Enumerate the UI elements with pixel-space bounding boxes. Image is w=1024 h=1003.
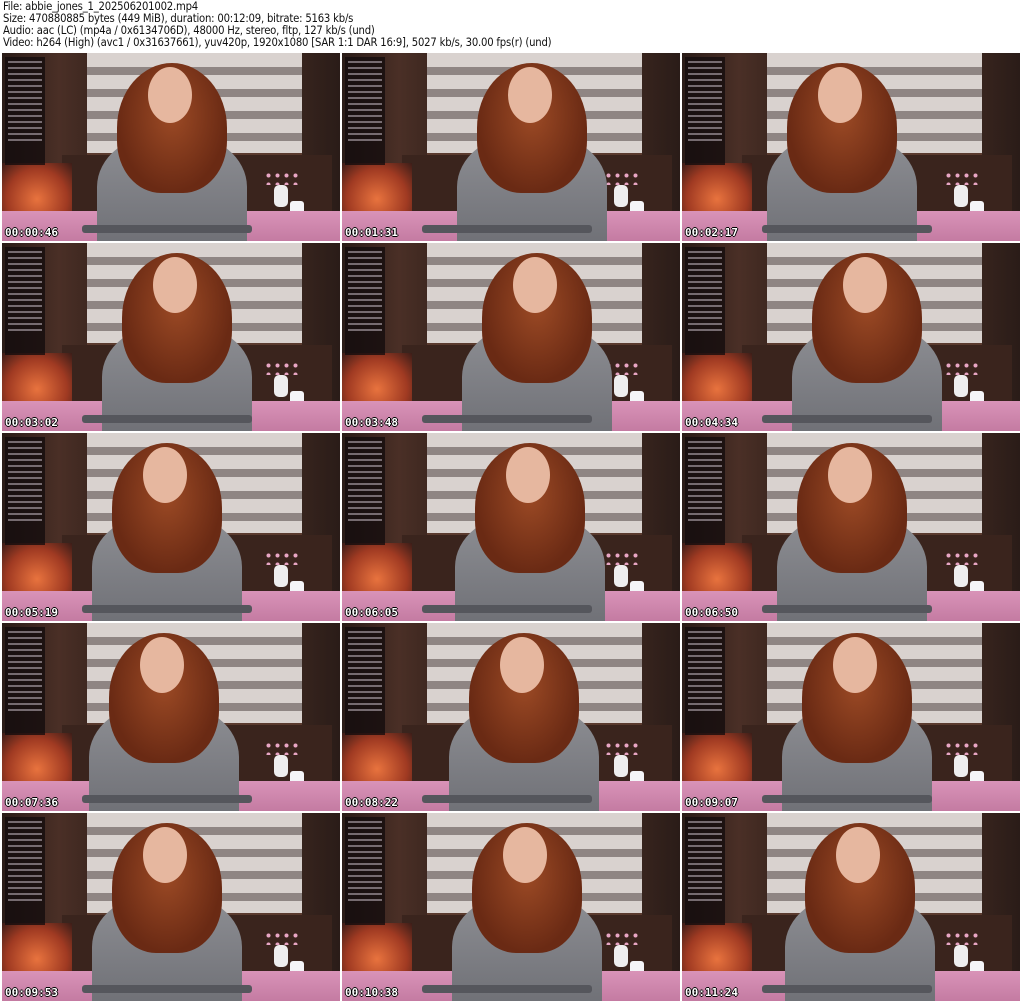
face: [143, 827, 187, 883]
keyboard: [82, 225, 252, 233]
keyboard: [422, 985, 592, 993]
face: [843, 257, 887, 313]
keyboard: [82, 795, 252, 803]
frame-timestamp: 00:07:36: [5, 796, 58, 809]
frame-timestamp: 00:04:34: [685, 416, 738, 429]
video-frame-thumbnail: 00:11:24: [682, 813, 1020, 1001]
video-frame-thumbnail: 00:03:48: [342, 243, 680, 431]
video-frame-thumbnail: 00:06:05: [342, 433, 680, 621]
video-frame-thumbnail: 00:07:36: [2, 623, 340, 811]
keyboard: [422, 795, 592, 803]
video-frame-thumbnail: 00:03:02: [2, 243, 340, 431]
frame-timestamp: 00:00:46: [5, 226, 58, 239]
face: [503, 827, 547, 883]
face: [833, 637, 877, 693]
video-info: Video: h264 (High) (avc1 / 0x31637661), …: [3, 36, 552, 49]
face: [508, 67, 552, 123]
face: [513, 257, 557, 313]
video-frame-thumbnail: 00:00:46: [2, 53, 340, 241]
frame-timestamp: 00:11:24: [685, 986, 738, 999]
video-frame-thumbnail: 00:09:53: [2, 813, 340, 1001]
frame-timestamp: 00:08:22: [345, 796, 398, 809]
frame-timestamp: 00:05:19: [5, 606, 58, 619]
face: [818, 67, 862, 123]
file-info-header: File: abbie_jones_1_202506201002.mp4 Siz…: [3, 1, 552, 49]
keyboard: [82, 415, 252, 423]
frame-timestamp: 00:09:53: [5, 986, 58, 999]
face: [143, 447, 187, 503]
keyboard: [762, 415, 932, 423]
video-frame-thumbnail: 00:05:19: [2, 433, 340, 621]
frame-timestamp: 00:06:50: [685, 606, 738, 619]
face: [140, 637, 184, 693]
video-frame-thumbnail: 00:10:38: [342, 813, 680, 1001]
frame-timestamp: 00:03:02: [5, 416, 58, 429]
thumbnail-grid: 00:00:46 00:01:31 00:02:17 00:03:02 00:03:48…: [2, 53, 1020, 1001]
video-frame-thumbnail: 00:01:31: [342, 53, 680, 241]
frame-timestamp: 00:09:07: [685, 796, 738, 809]
frame-timestamp: 00:02:17: [685, 226, 738, 239]
keyboard: [422, 225, 592, 233]
face: [500, 637, 544, 693]
face: [148, 67, 192, 123]
keyboard: [762, 605, 932, 613]
keyboard: [762, 985, 932, 993]
face: [828, 447, 872, 503]
keyboard: [82, 985, 252, 993]
keyboard: [762, 795, 932, 803]
keyboard: [422, 605, 592, 613]
frame-timestamp: 00:03:48: [345, 416, 398, 429]
keyboard: [82, 605, 252, 613]
face: [506, 447, 550, 503]
frame-timestamp: 00:06:05: [345, 606, 398, 619]
video-frame-thumbnail: 00:02:17: [682, 53, 1020, 241]
video-frame-thumbnail: 00:06:50: [682, 433, 1020, 621]
frame-timestamp: 00:01:31: [345, 226, 398, 239]
video-frame-thumbnail: 00:08:22: [342, 623, 680, 811]
keyboard: [422, 415, 592, 423]
face: [836, 827, 880, 883]
keyboard: [762, 225, 932, 233]
face: [153, 257, 197, 313]
video-frame-thumbnail: 00:04:34: [682, 243, 1020, 431]
frame-timestamp: 00:10:38: [345, 986, 398, 999]
video-frame-thumbnail: 00:09:07: [682, 623, 1020, 811]
